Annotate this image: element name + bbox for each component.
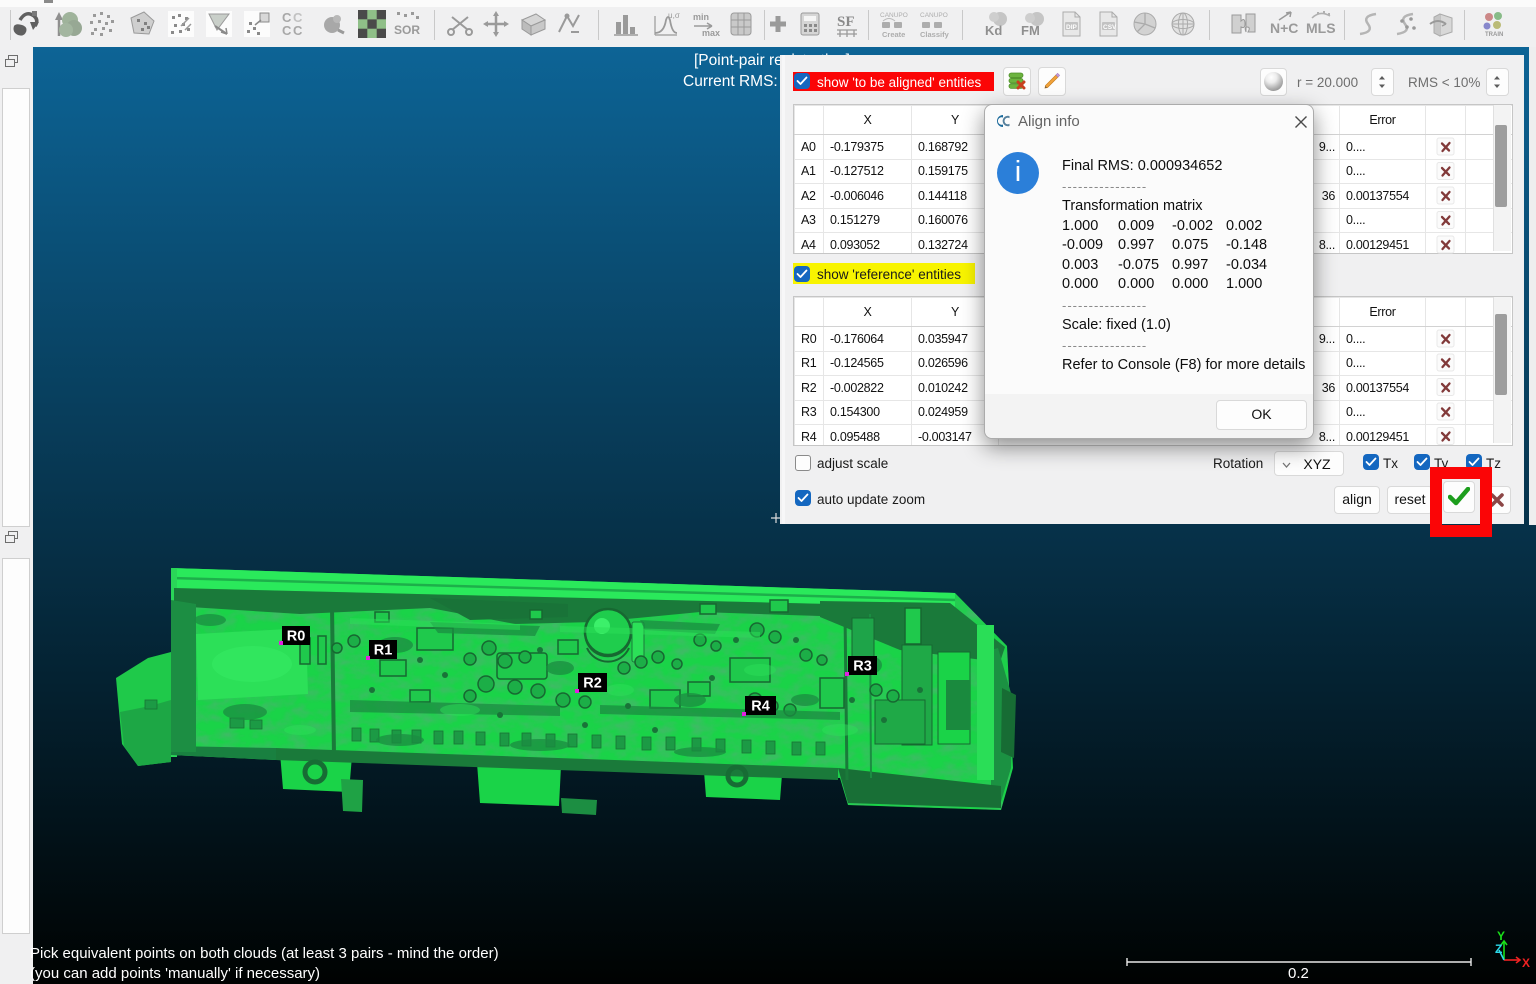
svg-text:X: X xyxy=(1522,956,1530,970)
svg-text:Y: Y xyxy=(1497,929,1505,943)
svg-text:Z: Z xyxy=(1495,942,1502,956)
svg-text:0.2: 0.2 xyxy=(1288,965,1309,982)
